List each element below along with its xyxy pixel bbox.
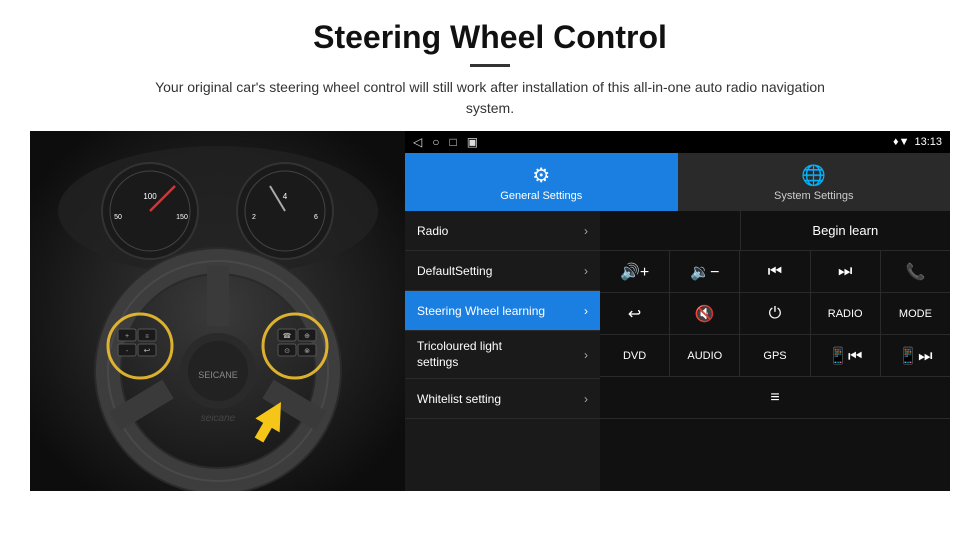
svg-text:100: 100 xyxy=(143,192,157,201)
grid-row-2: ↩ 🔇 ⏻ RADIO MODE xyxy=(600,293,950,335)
radio-button[interactable]: RADIO xyxy=(811,293,881,334)
hangup-icon: ↩ xyxy=(628,304,641,324)
prev-track-icon: ⏮ xyxy=(768,263,782,281)
prev-track-button[interactable]: ⏮ xyxy=(740,251,810,292)
grid-row-1: 🔊+ 🔉− ⏮ ⏭ 📞 xyxy=(600,251,950,293)
menu-item-radio-label: Radio xyxy=(417,224,448,238)
tab-system[interactable]: 🌐 System Settings xyxy=(678,153,951,211)
grid-row-3: DVD AUDIO GPS 📱⏮ 📱⏭ xyxy=(600,335,950,377)
menu-item-default[interactable]: DefaultSetting › xyxy=(405,251,600,291)
vol-up-icon: 🔊+ xyxy=(620,262,649,282)
svg-text:6: 6 xyxy=(314,214,318,221)
right-grid: Begin learn 🔊+ 🔉− ⏮ xyxy=(600,211,950,491)
menu-list-icon: ≡ xyxy=(770,389,779,407)
begin-learn-label: Begin learn xyxy=(812,223,878,238)
car-background: 100 50 150 4 2 6 xyxy=(30,131,405,491)
next-track-icon: ⏭ xyxy=(838,263,852,281)
next-track-button[interactable]: ⏭ xyxy=(811,251,881,292)
svg-text:↩: ↩ xyxy=(144,346,151,355)
gps-button[interactable]: GPS xyxy=(740,335,810,376)
recents-icon[interactable]: □ xyxy=(449,135,456,149)
svg-text:150: 150 xyxy=(176,214,188,221)
svg-text:⊕: ⊕ xyxy=(304,333,310,340)
svg-text:⊙: ⊙ xyxy=(284,348,290,355)
page-title: Steering Wheel Control xyxy=(30,18,950,56)
audio-label: AUDIO xyxy=(687,350,722,362)
general-settings-icon: ⚙ xyxy=(532,163,550,188)
vol-up-button[interactable]: 🔊+ xyxy=(600,251,670,292)
dvd-button[interactable]: DVD xyxy=(600,335,670,376)
subtitle: Your original car's steering wheel contr… xyxy=(140,77,840,119)
gps-label: GPS xyxy=(763,350,786,362)
phone-prev-icon: 📱⏮ xyxy=(828,346,862,366)
home-icon[interactable]: ○ xyxy=(432,135,439,149)
svg-text:4: 4 xyxy=(283,192,288,201)
vol-down-button[interactable]: 🔉− xyxy=(670,251,740,292)
menu-item-whitelist-label: Whitelist setting xyxy=(417,392,501,406)
call-button[interactable]: 📞 xyxy=(881,251,950,292)
left-menu: Radio › DefaultSetting › Steering Wheel … xyxy=(405,211,600,491)
clock: 13:13 xyxy=(914,136,942,148)
chevron-right-icon: › xyxy=(584,348,588,362)
menu-item-default-label: DefaultSetting xyxy=(417,264,492,278)
radio-label: RADIO xyxy=(828,308,863,320)
tab-general-label: General Settings xyxy=(500,190,582,202)
chevron-right-icon: › xyxy=(584,264,588,278)
phone-next-icon: 📱⏭ xyxy=(898,346,932,366)
tab-system-label: System Settings xyxy=(774,190,853,202)
menu-item-steering-label: Steering Wheel learning xyxy=(417,304,545,318)
begin-learn-button[interactable]: Begin learn xyxy=(741,211,950,250)
car-image-area: 100 50 150 4 2 6 xyxy=(30,131,405,491)
android-panel: ◁ ○ □ ▣ ♦▼ 13:13 ⚙ General Settings 🌐 xyxy=(405,131,950,491)
blank-cell xyxy=(600,211,741,250)
menu-item-whitelist[interactable]: Whitelist setting › xyxy=(405,379,600,419)
power-button[interactable]: ⏻ xyxy=(740,293,810,334)
dvd-label: DVD xyxy=(623,350,646,362)
page-container: Steering Wheel Control Your original car… xyxy=(0,0,980,501)
content-area: 100 50 150 4 2 6 xyxy=(30,131,950,491)
title-section: Steering Wheel Control Your original car… xyxy=(30,18,950,119)
phone-next-button[interactable]: 📱⏭ xyxy=(881,335,950,376)
menu-item-radio[interactable]: Radio › xyxy=(405,211,600,251)
tab-general[interactable]: ⚙ General Settings xyxy=(405,153,678,211)
mute-button[interactable]: 🔇 xyxy=(670,293,740,334)
menu-item-steering[interactable]: Steering Wheel learning › xyxy=(405,291,600,331)
tab-bar: ⚙ General Settings 🌐 System Settings xyxy=(405,153,950,211)
chevron-right-icon: › xyxy=(584,224,588,238)
status-right: ♦▼ 13:13 xyxy=(893,136,942,148)
grid-row-4: ≡ xyxy=(600,377,950,419)
menu-item-tricoloured-label: Tricoloured lightsettings xyxy=(417,339,502,370)
system-settings-icon: 🌐 xyxy=(801,163,826,188)
svg-text:2: 2 xyxy=(252,214,256,221)
svg-text:+: + xyxy=(125,333,129,340)
svg-text:☎: ☎ xyxy=(283,332,292,340)
menu-icon[interactable]: ▣ xyxy=(467,135,478,149)
mode-label: MODE xyxy=(899,308,932,320)
menu-grid-button[interactable]: ≡ xyxy=(600,377,950,418)
mode-button[interactable]: MODE xyxy=(881,293,950,334)
vol-down-icon: 🔉− xyxy=(690,262,719,282)
hangup-button[interactable]: ↩ xyxy=(600,293,670,334)
svg-text:50: 50 xyxy=(114,214,122,221)
main-split: Radio › DefaultSetting › Steering Wheel … xyxy=(405,211,950,491)
call-icon: 📞 xyxy=(905,262,925,282)
phone-prev-button[interactable]: 📱⏮ xyxy=(811,335,881,376)
svg-text:≡: ≡ xyxy=(145,334,149,340)
top-row: Begin learn xyxy=(600,211,950,251)
status-bar: ◁ ○ □ ▣ ♦▼ 13:13 xyxy=(405,131,950,153)
title-divider xyxy=(470,64,510,67)
mute-icon: 🔇 xyxy=(695,304,715,324)
svg-text:seicane: seicane xyxy=(201,413,236,424)
power-icon: ⏻ xyxy=(769,305,782,323)
audio-button[interactable]: AUDIO xyxy=(670,335,740,376)
chevron-right-icon: › xyxy=(584,392,588,406)
signal-icon: ♦▼ xyxy=(893,136,910,148)
svg-text:SEICANE: SEICANE xyxy=(198,370,238,380)
back-icon[interactable]: ◁ xyxy=(413,135,422,149)
status-icons-left: ◁ ○ □ ▣ xyxy=(413,135,478,149)
chevron-right-icon: › xyxy=(584,304,588,318)
svg-text:⊗: ⊗ xyxy=(304,348,310,355)
menu-item-tricoloured[interactable]: Tricoloured lightsettings › xyxy=(405,331,600,379)
